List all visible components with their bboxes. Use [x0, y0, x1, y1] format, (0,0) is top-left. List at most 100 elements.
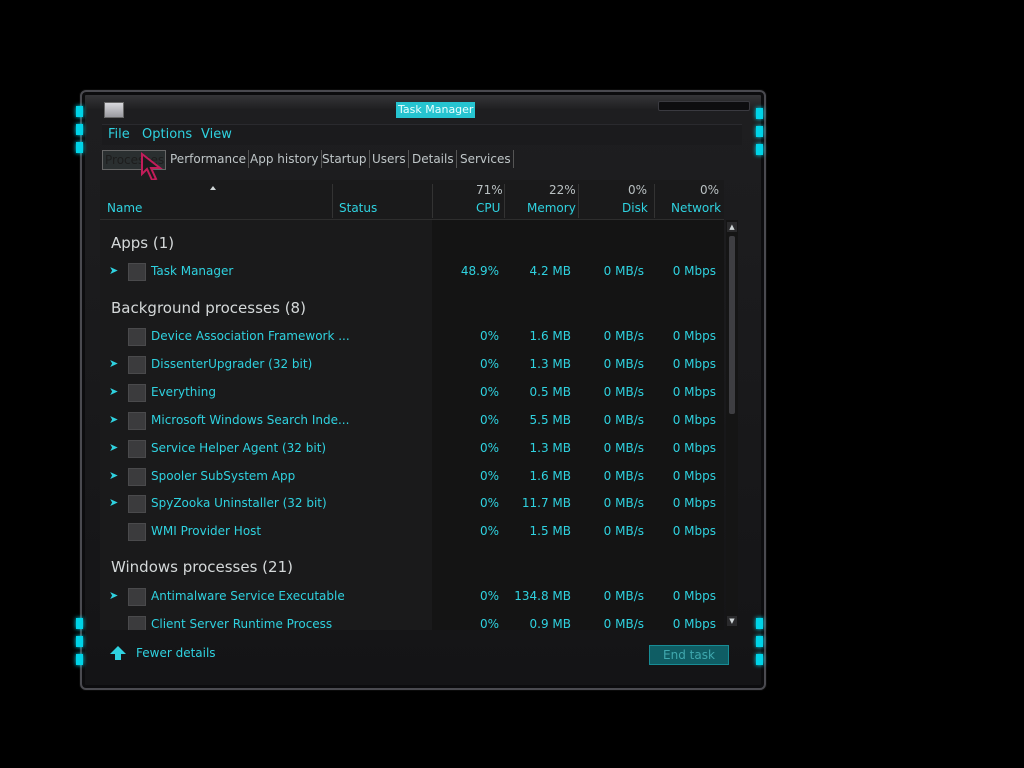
process-memory-value: 1.6 MB: [529, 468, 571, 483]
column-name[interactable]: Name: [107, 201, 142, 215]
column-divider: [654, 184, 655, 218]
frame-led-left-5: [76, 636, 83, 647]
fewer-details-link[interactable]: Fewer details: [136, 646, 216, 660]
frame-led-right-3: [756, 144, 763, 155]
process-row[interactable]: ➤ DissenterUpgrader (32 bit) 0% 1.3 MB 0 MB/…: [100, 353, 724, 377]
process-name: Spooler SubSystem App: [151, 468, 296, 483]
process-row[interactable]: ➤ SpyZooka Uninstaller (32 bit) 0% 11.7 MB 0…: [100, 492, 724, 516]
task-manager-app-icon: [104, 102, 124, 118]
tab-startup[interactable]: Startup: [320, 150, 370, 168]
process-cpu-value: 0%: [479, 329, 499, 343]
process-name: SpyZooka Uninstaller (32 bit): [151, 496, 327, 511]
process-cpu-value: 0%: [479, 589, 499, 603]
disk-percent: 0%: [628, 183, 648, 197]
column-header: Name Status 71% CPU 22% Memory 0% Disk 0…: [100, 180, 724, 220]
process-name: WMI Provider Host: [151, 524, 262, 539]
process-network-value: 0 Mbps: [672, 496, 716, 511]
frame-led-left-4: [76, 618, 83, 629]
process-disk-value: 0 MB/s: [603, 496, 644, 511]
process-name: Antimalware Service Executable: [151, 589, 345, 603]
tab-app-history[interactable]: App history: [248, 150, 322, 168]
process-network-value: 0 Mbps: [672, 616, 716, 630]
process-network-value: 0 Mbps: [672, 264, 716, 278]
column-network[interactable]: Network: [671, 201, 721, 215]
frame-led-left-3: [76, 142, 83, 153]
process-cpu-value: 0%: [479, 616, 499, 630]
expand-chevron-icon[interactable]: ➤: [109, 413, 118, 426]
process-icon: [128, 411, 146, 430]
tab-services[interactable]: Services: [458, 150, 514, 168]
menu-view[interactable]: View: [201, 127, 232, 142]
expand-chevron-icon[interactable]: ➤: [109, 441, 118, 454]
expand-chevron-icon[interactable]: ➤: [109, 264, 118, 277]
process-name: Client Server Runtime Process: [151, 616, 333, 630]
process-row[interactable]: ➤ Everything 0% 0.5 MB 0 MB/s 0 Mbps: [100, 381, 724, 405]
process-icon: [128, 263, 146, 281]
process-row[interactable]: WMI Provider Host 0% 1.5 MB 0 MB/s 0 Mbps: [100, 520, 724, 544]
column-divider: [504, 184, 505, 218]
process-disk-value: 0 MB/s: [603, 524, 644, 539]
process-row[interactable]: ➤ Service Helper Agent (32 bit) 0% 1.3 MB 0 …: [100, 437, 724, 461]
column-disk[interactable]: Disk: [622, 201, 648, 215]
process-memory-value: 0.9 MB: [529, 616, 571, 630]
end-task-button[interactable]: End task: [649, 645, 729, 665]
process-row[interactable]: Device Association Framework ... 0% 1.6 MB…: [100, 325, 724, 349]
process-memory-value: 134.8 MB: [514, 589, 571, 603]
process-icon: [128, 615, 146, 630]
process-name: Service Helper Agent (32 bit): [151, 440, 327, 455]
title-bar[interactable]: Task Manager: [90, 96, 754, 118]
menu-options[interactable]: Options: [142, 127, 192, 142]
process-network-value: 0 Mbps: [672, 468, 716, 483]
scroll-down-icon[interactable]: ▼: [727, 616, 737, 626]
group-apps: Apps (1): [111, 234, 175, 252]
frame-led-left-6: [76, 654, 83, 665]
process-cpu-value: 48.9%: [460, 264, 499, 278]
tab-strip: Processes Performance App history Startu…: [102, 150, 742, 170]
process-memory-value: 11.7 MB: [521, 496, 571, 511]
process-icon: [128, 588, 146, 606]
title-bar-decoration: [658, 101, 750, 111]
process-network-value: 0 Mbps: [672, 329, 716, 343]
frame-led-right-6: [756, 654, 763, 665]
scroll-up-icon[interactable]: ▲: [727, 222, 737, 232]
column-status[interactable]: Status: [339, 201, 377, 215]
tab-details[interactable]: Details: [410, 150, 457, 168]
process-disk-value: 0 MB/s: [603, 412, 644, 427]
process-memory-value: 1.5 MB: [529, 524, 571, 539]
process-row[interactable]: ➤ Microsoft Windows Search Inde... 0% 5.5 M…: [100, 409, 724, 433]
column-cpu[interactable]: CPU: [476, 201, 500, 215]
network-percent: 0%: [700, 183, 720, 197]
column-memory[interactable]: Memory: [527, 201, 576, 215]
tab-users[interactable]: Users: [370, 150, 409, 168]
frame-led-right-5: [756, 636, 763, 647]
process-memory-value: 0.5 MB: [529, 384, 571, 399]
process-network-value: 0 Mbps: [672, 356, 716, 371]
process-memory-value: 1.3 MB: [529, 356, 571, 371]
process-network-value: 0 Mbps: [672, 589, 716, 603]
tab-performance[interactable]: Performance: [168, 150, 250, 168]
process-row[interactable]: Client Server Runtime Process 0% 0.9 MB 0 M…: [100, 613, 724, 630]
process-row[interactable]: ➤ Spooler SubSystem App 0% 1.6 MB 0 MB/s 0 Mb…: [100, 465, 724, 489]
process-icon: [128, 467, 146, 486]
vertical-scrollbar[interactable]: ▲ ▼: [726, 220, 738, 630]
frame-led-right-1: [756, 108, 763, 119]
expand-chevron-icon[interactable]: ➤: [109, 385, 118, 398]
menu-file[interactable]: File: [108, 127, 130, 142]
process-disk-value: 0 MB/s: [603, 329, 644, 343]
expand-chevron-icon[interactable]: ➤: [109, 496, 118, 509]
process-row[interactable]: ➤ Antimalware Service Executable 0% 134.8 M…: [100, 585, 724, 609]
scroll-thumb[interactable]: [729, 236, 735, 414]
column-divider: [332, 184, 333, 218]
expand-chevron-icon[interactable]: ➤: [109, 357, 118, 370]
expand-chevron-icon[interactable]: ➤: [109, 589, 118, 602]
process-memory-value: 5.5 MB: [529, 412, 571, 427]
process-cpu-value: 0%: [479, 384, 499, 399]
process-network-value: 0 Mbps: [672, 412, 716, 427]
mouse-cursor-icon: [141, 152, 163, 182]
process-disk-value: 0 MB/s: [603, 468, 644, 483]
expand-chevron-icon[interactable]: ➤: [109, 469, 118, 482]
memory-percent: 22%: [549, 183, 576, 197]
frame-led-right-4: [756, 618, 763, 629]
process-name: Microsoft Windows Search Inde...: [151, 412, 350, 427]
process-row[interactable]: ➤ Task Manager 48.9% 4.2 MB 0 MB/s 0 Mbps: [100, 260, 724, 284]
